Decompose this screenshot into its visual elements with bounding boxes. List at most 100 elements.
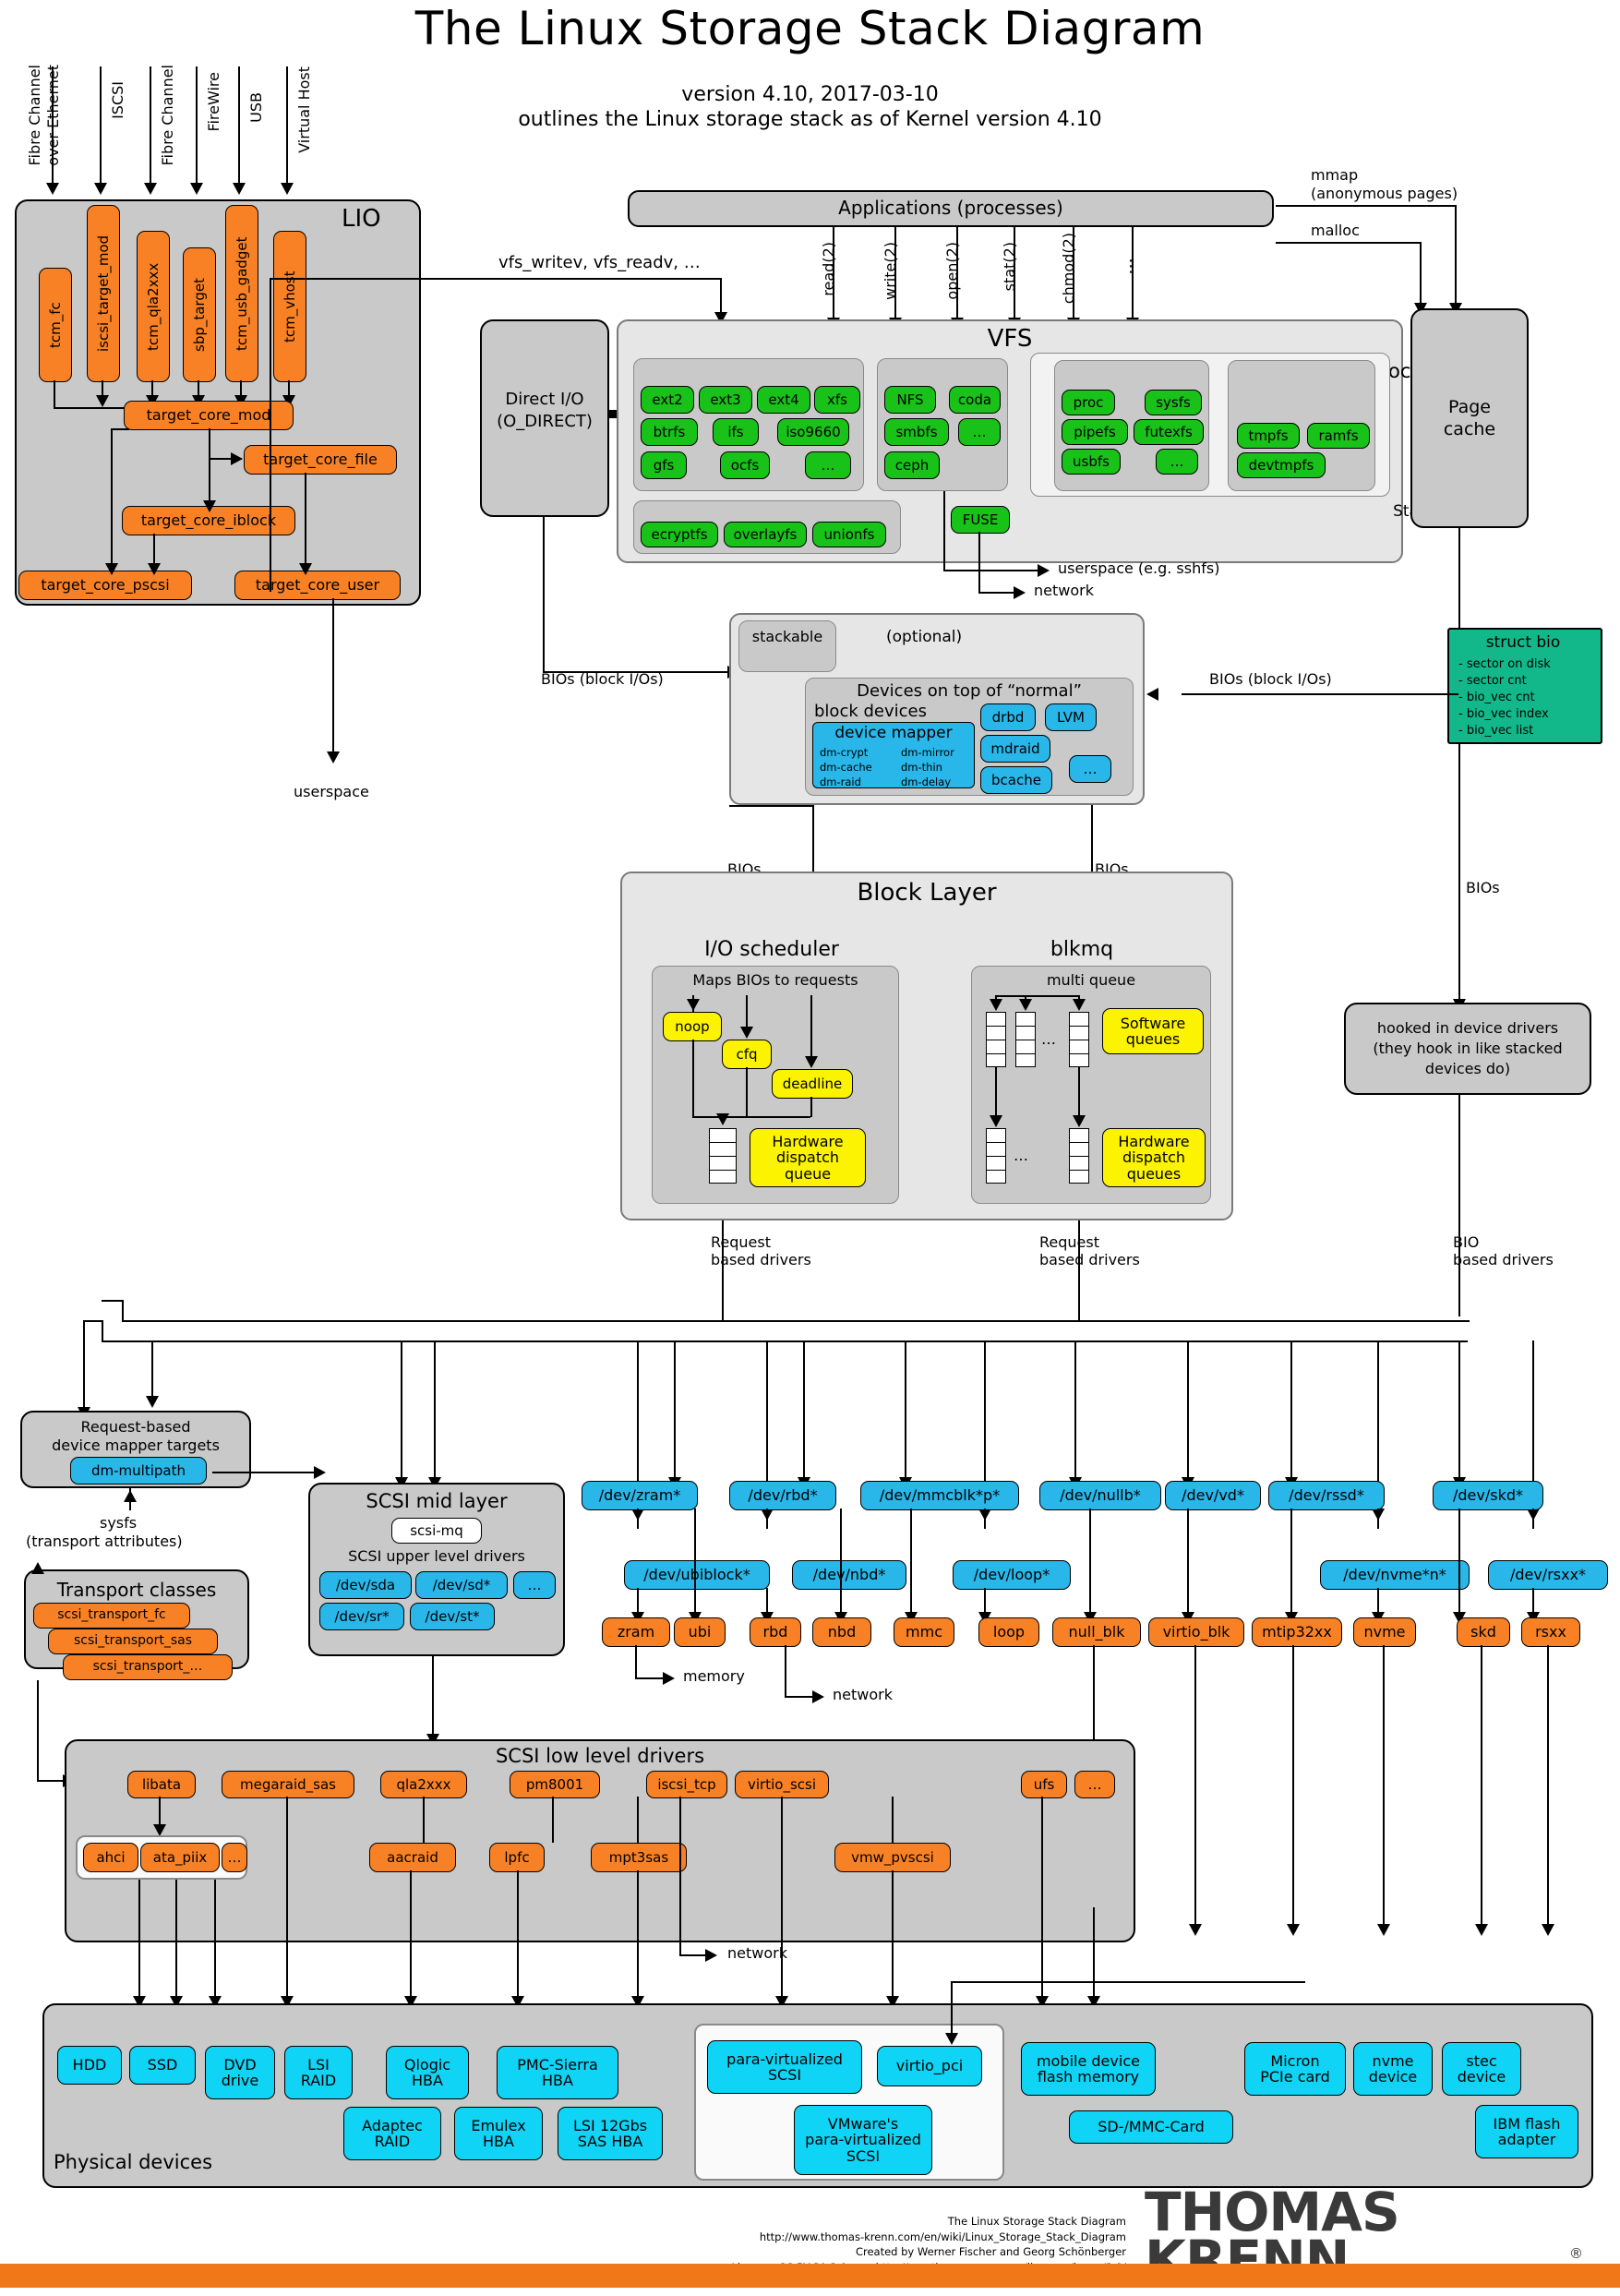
stacked-bcache[interactable]: bcache [980,766,1052,794]
phys-vmware-paravirt[interactable]: VMware's para-virtualized SCSI [794,2105,932,2175]
sched-cfq[interactable]: cfq [722,1040,772,1069]
fs-gfs[interactable]: gfs [641,451,687,479]
fs-overlayfs[interactable]: overlayfs [724,522,807,547]
fs-pseudo-more[interactable]: … [1156,449,1198,475]
phys-stec-device[interactable]: stec device [1442,2042,1521,2096]
pill-target-core-mod[interactable]: target_core_mod [124,401,294,430]
phys-ssd[interactable]: SSD [129,2046,196,2085]
phys-pmc-sierra[interactable]: PMC-Sierra HBA [497,2046,618,2099]
fs-futexfs[interactable]: futexfs [1134,419,1204,445]
pill-dm-multipath[interactable]: dm-multipath [70,1457,207,1485]
fs-coda[interactable]: coda [949,386,1001,414]
fs-usbfs[interactable]: usbfs [1062,449,1121,475]
fs-ext4[interactable]: ext4 [757,386,810,414]
pill-sbp-target[interactable]: sbp_target [183,247,216,382]
dev-skd[interactable]: /dev/skd* [1433,1481,1543,1510]
stacked-drbd[interactable]: drbd [980,703,1036,731]
fs-network-more[interactable]: … [958,418,1001,446]
fs-sysfs[interactable]: sysfs [1145,390,1202,415]
fs-block-more[interactable]: … [805,451,851,479]
phys-nvme-device[interactable]: nvme device [1353,2042,1433,2096]
fs-pipefs[interactable]: pipefs [1062,419,1128,445]
pill-iscsi-target-mod[interactable]: iscsi_target_mod [87,205,120,382]
driver-nbd[interactable]: nbd [812,1617,871,1647]
hardware-dispatch-queue[interactable]: Hardware dispatch queue [750,1128,866,1187]
driver-loop[interactable]: loop [978,1617,1039,1647]
pill-dev-more[interactable]: … [513,1571,556,1599]
driver-ubi[interactable]: ubi [674,1617,726,1647]
phys-emulex-hba[interactable]: Emulex HBA [454,2107,543,2160]
driver-virtio-blk[interactable]: virtio_blk [1148,1617,1244,1647]
scsi-iscsi-tcp[interactable]: iscsi_tcp [646,1771,727,1798]
fs-ocfs[interactable]: ocfs [720,451,770,479]
scsi-ufs[interactable]: ufs [1021,1771,1067,1798]
phys-ibm-flash[interactable]: IBM flash adapter [1475,2105,1578,2158]
scsi-ata-piix[interactable]: ata_piix [140,1843,220,1872]
phys-micron-pcie[interactable]: Micron PCIe card [1244,2042,1346,2096]
dev-rsxx[interactable]: /dev/rsxx* [1488,1560,1608,1590]
credit-line-2[interactable]: http://www.thomas-krenn.com/en/wiki/Linu… [554,2230,1126,2245]
dev-mmcblk[interactable]: /dev/mmcblk*p* [860,1481,1019,1510]
pill-tcm-qla2xxx[interactable]: tcm_qla2xxx [137,231,170,382]
sched-noop[interactable]: noop [663,1012,722,1041]
pill-scsi-transport-more[interactable]: scsi_transport_… [63,1654,233,1680]
dev-nbd[interactable]: /dev/nbd* [792,1560,906,1590]
driver-skd[interactable]: skd [1457,1617,1510,1647]
stacked-mdraid[interactable]: mdraid [980,735,1050,763]
driver-mtip32xx[interactable]: mtip32xx [1252,1617,1342,1647]
scsi-libata-more[interactable]: … [222,1843,247,1872]
fs-ext2[interactable]: ext2 [641,386,694,414]
stacked-more[interactable]: … [1069,755,1111,783]
pill-dev-st-star[interactable]: /dev/st* [410,1603,495,1630]
fs-tmpfs[interactable]: tmpfs [1237,423,1300,449]
sched-deadline[interactable]: deadline [772,1069,853,1099]
dev-zram[interactable]: /dev/zram* [582,1481,698,1510]
pill-scsi-transport-fc[interactable]: scsi_transport_fc [33,1603,190,1629]
fs-proc[interactable]: proc [1062,390,1115,415]
dev-ubiblock[interactable]: /dev/ubiblock* [624,1560,770,1590]
fs-unionfs[interactable]: unionfs [812,522,886,547]
dev-rssd[interactable]: /dev/rssd* [1268,1481,1385,1510]
pill-tcm-usb-gadget[interactable]: tcm_usb_gadget [225,205,258,382]
phys-paravirt-scsi[interactable]: para-virtualized SCSI [707,2040,862,2094]
dev-vd[interactable]: /dev/vd* [1165,1481,1261,1510]
fs-ecryptfs[interactable]: ecryptfs [641,522,718,547]
dev-loop[interactable]: /dev/loop* [953,1560,1071,1590]
driver-nvme[interactable]: nvme [1353,1617,1416,1647]
dev-nullb[interactable]: /dev/nullb* [1039,1481,1161,1510]
pill-dev-sda[interactable]: /dev/sda [319,1571,412,1599]
fs-iso9660[interactable]: iso9660 [777,418,849,446]
pill-target-core-user[interactable]: target_core_user [234,571,401,600]
scsi-pm8001[interactable]: pm8001 [510,1771,600,1798]
pill-target-core-file[interactable]: target_core_file [244,445,397,475]
scsi-qla2xxx[interactable]: qla2xxx [380,1771,467,1798]
phys-virtio-pci[interactable]: virtio_pci [877,2046,982,2086]
software-queues[interactable]: Software queues [1102,1008,1204,1054]
phys-lsi-12gbs[interactable]: LSI 12Gbs SAS HBA [558,2107,663,2160]
hardware-dispatch-queues[interactable]: Hardware dispatch queues [1102,1128,1206,1187]
phys-hdd[interactable]: HDD [57,2046,122,2085]
pill-tcm-vhost[interactable]: tcm_vhost [273,231,306,382]
dev-rbd[interactable]: /dev/rbd* [729,1481,836,1510]
pill-scsi-mq[interactable]: scsi-mq [391,1518,482,1544]
scsi-lpfc[interactable]: lpfc [489,1843,545,1872]
driver-zram[interactable]: zram [602,1617,670,1647]
fs-ramfs[interactable]: ramfs [1307,423,1370,449]
fs-fuse[interactable]: FUSE [951,506,1010,534]
pill-scsi-transport-sas[interactable]: scsi_transport_sas [48,1629,218,1654]
scsi-low-more[interactable]: … [1074,1771,1115,1798]
driver-rsxx[interactable]: rsxx [1521,1617,1580,1647]
phys-qlogic-hba[interactable]: Qlogic HBA [386,2046,469,2099]
fs-smbfs[interactable]: smbfs [884,418,949,446]
fs-nfs[interactable]: NFS [884,386,936,414]
phys-adaptec-raid[interactable]: Adaptec RAID [343,2107,441,2160]
scsi-megaraid-sas[interactable]: megaraid_sas [222,1771,354,1798]
fs-xfs[interactable]: xfs [814,386,860,414]
scsi-ahci[interactable]: ahci [83,1843,138,1872]
driver-rbd[interactable]: rbd [750,1617,801,1647]
scsi-virtio-scsi[interactable]: virtio_scsi [735,1771,829,1798]
fs-devtmpfs[interactable]: devtmpfs [1237,452,1326,478]
stacked-lvm[interactable]: LVM [1045,703,1097,731]
dev-nvme[interactable]: /dev/nvme*n* [1320,1560,1470,1590]
fs-ext3[interactable]: ext3 [699,386,752,414]
